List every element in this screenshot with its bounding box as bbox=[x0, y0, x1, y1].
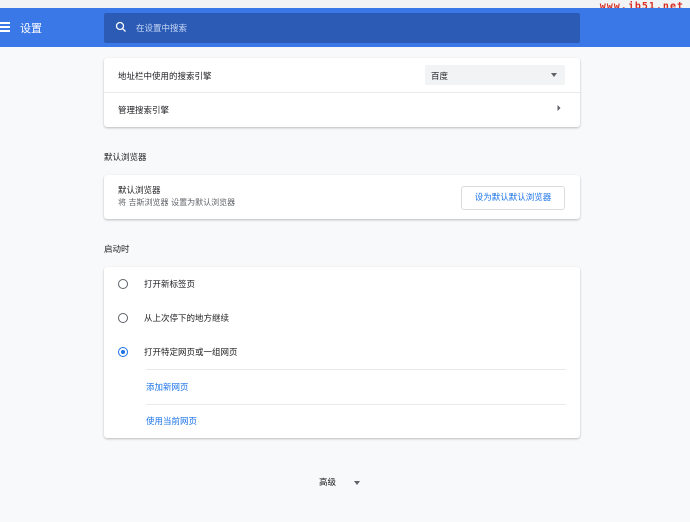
add-new-page-link[interactable]: 添加新网页 bbox=[146, 381, 189, 393]
chevron-down-icon[interactable] bbox=[354, 481, 360, 485]
startup-option[interactable]: 打开特定网页或一组网页 bbox=[104, 335, 580, 369]
radio-button[interactable] bbox=[118, 279, 128, 289]
search-placeholder: 在设置中搜索 bbox=[136, 24, 188, 34]
default-browser-section-title: 默认浏览器 bbox=[104, 153, 147, 163]
menu-icon[interactable] bbox=[0, 22, 12, 33]
search-icon bbox=[115, 21, 126, 32]
advanced-toggle[interactable]: 高级 bbox=[319, 476, 336, 488]
make-default-button[interactable]: 设为默认默认浏览器 bbox=[461, 186, 565, 210]
default-browser-card: 默认浏览器 将 吉斯浏览器 设置为默认浏览器 设为默认默认浏览器 bbox=[104, 175, 580, 219]
page-title: 设置 bbox=[20, 22, 42, 35]
divider bbox=[146, 369, 566, 370]
startup-option-label: 从上次停下的地方继续 bbox=[144, 314, 230, 324]
startup-option-label: 打开特定网页或一组网页 bbox=[144, 348, 238, 358]
use-current-pages-link[interactable]: 使用当前网页 bbox=[146, 415, 197, 427]
window-top-strip bbox=[0, 0, 690, 8]
startup-option[interactable]: 打开新标签页 bbox=[104, 267, 580, 301]
radio-button-checked[interactable] bbox=[118, 347, 128, 357]
search-engine-label: 地址栏中使用的搜索引擎 bbox=[118, 72, 212, 82]
search-input[interactable]: 在设置中搜索 bbox=[104, 13, 580, 43]
startup-option[interactable]: 从上次停下的地方继续 bbox=[104, 301, 580, 335]
manage-search-engines-row[interactable]: 管理搜索引擎 bbox=[104, 93, 580, 127]
startup-option-label: 打开新标签页 bbox=[144, 280, 196, 290]
divider bbox=[146, 404, 566, 405]
radio-button[interactable] bbox=[118, 313, 128, 323]
default-browser-label: 默认浏览器 bbox=[118, 186, 161, 196]
search-engine-select[interactable]: 百度 bbox=[425, 65, 565, 85]
chevron-right-icon bbox=[557, 105, 561, 111]
settings-header: 设置 在设置中搜索 bbox=[0, 8, 690, 47]
startup-card: 打开新标签页 从上次停下的地方继续 打开特定网页或一组网页 添加新网页 使用当前… bbox=[104, 267, 580, 438]
manage-search-engines-label: 管理搜索引擎 bbox=[118, 106, 170, 116]
default-browser-description: 将 吉斯浏览器 设置为默认浏览器 bbox=[118, 198, 236, 207]
search-engine-value: 百度 bbox=[431, 72, 449, 82]
search-engine-row: 地址栏中使用的搜索引擎 百度 bbox=[104, 58, 580, 92]
search-engine-card: 地址栏中使用的搜索引擎 百度 管理搜索引擎 bbox=[104, 58, 580, 127]
chevron-down-icon bbox=[551, 73, 557, 77]
startup-section-title: 启动时 bbox=[104, 245, 130, 255]
